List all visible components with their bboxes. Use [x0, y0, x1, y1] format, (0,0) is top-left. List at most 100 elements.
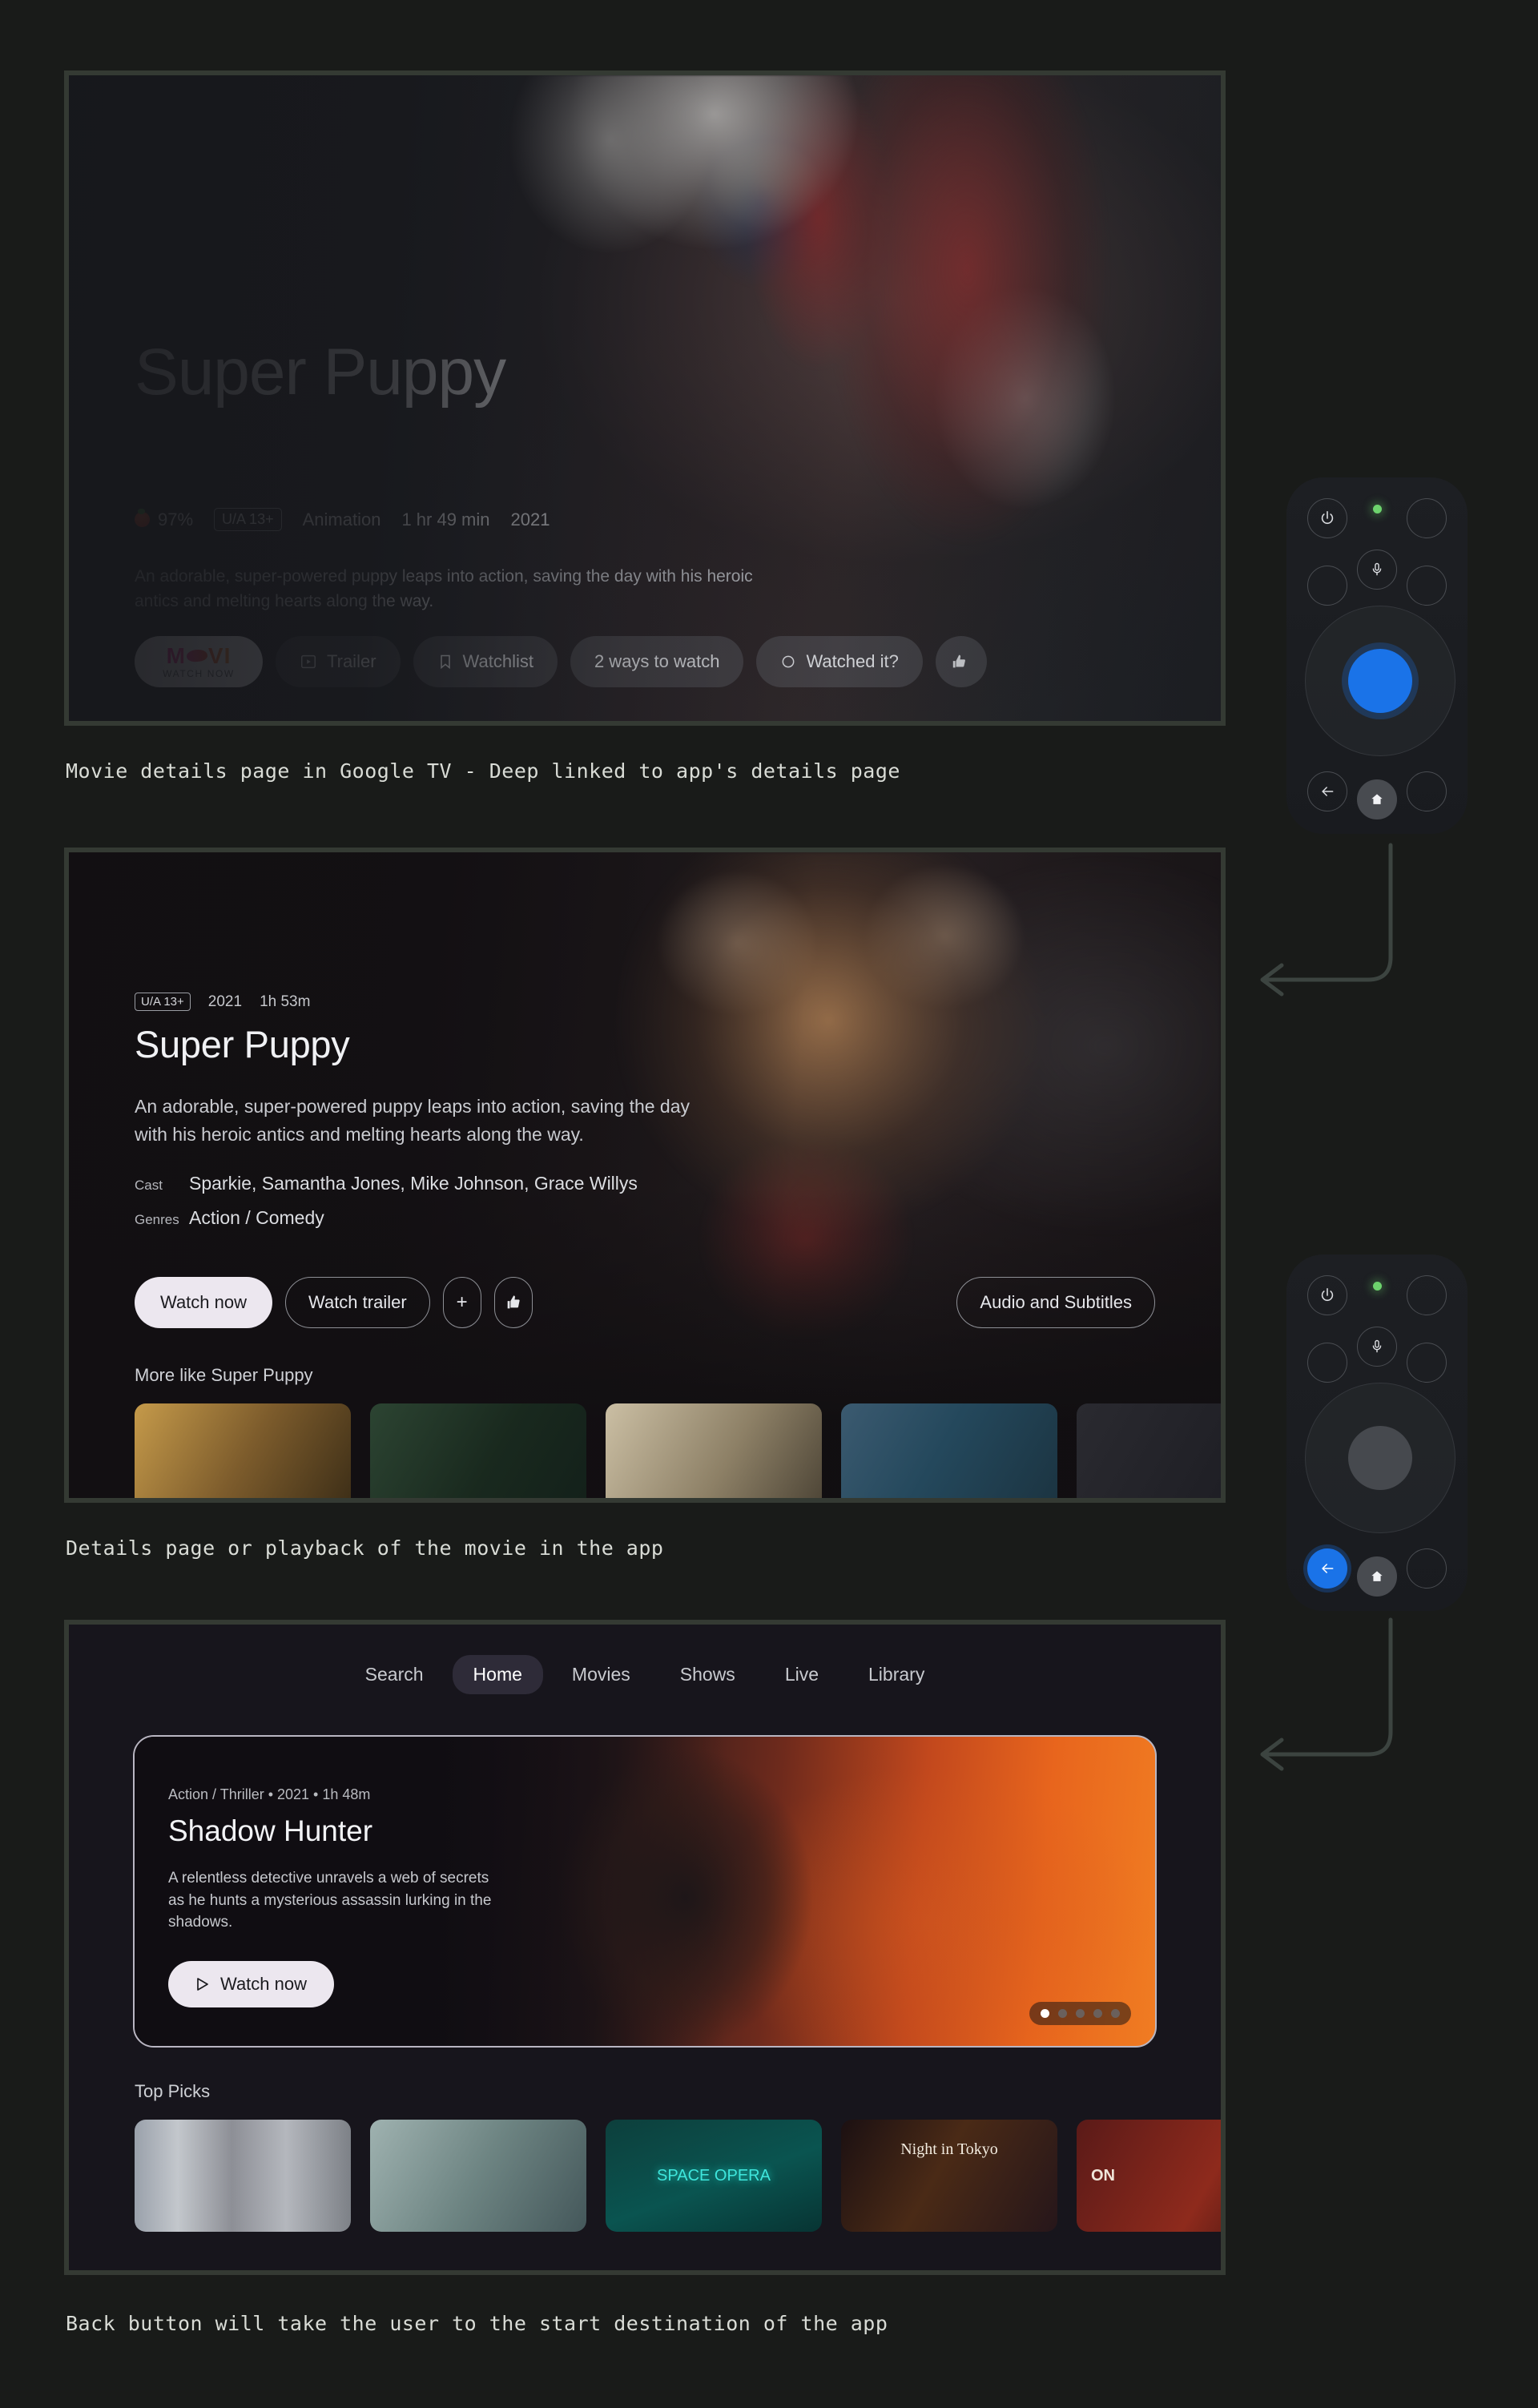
- carousel-pagination[interactable]: [1029, 2002, 1131, 2025]
- nav-item-shows[interactable]: Shows: [659, 1655, 756, 1694]
- year-label: 2021: [510, 509, 550, 530]
- content-rating-badge: U/A 13+: [135, 993, 191, 1011]
- list-item[interactable]: [370, 1403, 586, 1498]
- left-secondary-button[interactable]: [1307, 566, 1347, 606]
- home-button[interactable]: [1357, 779, 1397, 819]
- caption-panel-2: Details page or playback of the movie in…: [66, 1536, 664, 1560]
- status-led: [1373, 505, 1382, 513]
- movie-description: An adorable, super-powered puppy leaps i…: [135, 1096, 690, 1145]
- movie-metadata-row: U/A 13+ 2021 1h 53m: [135, 993, 310, 1011]
- right-secondary-button[interactable]: [1407, 566, 1447, 606]
- dpad-select-button[interactable]: [1348, 649, 1412, 713]
- app-home-screen: Search Home Movies Shows Live Library Ac…: [69, 1625, 1221, 2270]
- carousel-dot[interactable]: [1041, 2009, 1049, 2018]
- nav-item-library[interactable]: Library: [848, 1655, 945, 1694]
- ways-to-watch-chip[interactable]: 2 ways to watch: [570, 636, 744, 687]
- dpad[interactable]: [1305, 1383, 1455, 1533]
- year-label: 2021: [207, 993, 243, 1010]
- back-button[interactable]: [1307, 771, 1347, 811]
- power-button[interactable]: [1307, 1275, 1347, 1315]
- input-button[interactable]: [1407, 1275, 1447, 1315]
- circle-icon: [780, 654, 796, 670]
- hero-metadata: Action / Thriller • 2021 • 1h 48m: [168, 1786, 371, 1802]
- trailer-chip[interactable]: Trailer: [276, 636, 401, 687]
- carousel-dot[interactable]: [1076, 2009, 1085, 2018]
- watch-trailer-button[interactable]: Watch trailer: [285, 1277, 430, 1328]
- fact-row-cast: Cast Sparkie, Samantha Jones, Mike Johns…: [135, 1173, 638, 1194]
- nav-item-home[interactable]: Home: [452, 1655, 543, 1694]
- dpad[interactable]: [1305, 606, 1455, 756]
- list-item[interactable]: [370, 2120, 586, 2232]
- power-button[interactable]: [1307, 498, 1347, 538]
- list-item[interactable]: [1077, 1403, 1221, 1498]
- remote-control-back-selected: [1286, 1254, 1468, 1611]
- watchlist-label: Watchlist: [462, 651, 533, 671]
- watch-now-button[interactable]: Watch now: [135, 1277, 273, 1328]
- content-rating-badge: U/A 13+: [214, 508, 282, 531]
- watched-it-chip[interactable]: Watched it?: [756, 636, 923, 687]
- microphone-button[interactable]: [1357, 1327, 1397, 1367]
- list-item[interactable]: [135, 2120, 351, 2232]
- input-button[interactable]: [1407, 498, 1447, 538]
- carousel-dot[interactable]: [1058, 2009, 1067, 2018]
- status-led: [1373, 1282, 1382, 1291]
- list-item[interactable]: ON: [1077, 2120, 1221, 2232]
- right-secondary-button[interactable]: [1407, 1343, 1447, 1383]
- caption-panel-3: Back button will take the user to the st…: [66, 2312, 888, 2335]
- card-title: SPACE OPERA: [657, 2166, 771, 2185]
- more-like-this-heading: More like Super Puppy: [135, 1365, 313, 1385]
- nav-item-movies[interactable]: Movies: [551, 1655, 651, 1694]
- caption-panel-1: Movie details page in Google TV - Deep l…: [66, 759, 900, 783]
- list-item[interactable]: Night in Tokyo: [841, 2120, 1057, 2232]
- remote-control-dpad-selected: [1286, 477, 1468, 834]
- rate-chip[interactable]: [935, 636, 987, 687]
- duration-label: 1h 53m: [260, 993, 311, 1010]
- hero-description: A relentless detective unravels a web of…: [168, 1870, 492, 1931]
- card-title: Night in Tokyo: [900, 2140, 998, 2158]
- list-item[interactable]: SPACE OPERA: [606, 2120, 822, 2232]
- assistant-button[interactable]: [1407, 1548, 1447, 1589]
- thumbs-updown-icon: [951, 652, 972, 671]
- left-secondary-button[interactable]: [1307, 1343, 1347, 1383]
- duration-label: 1 hr 49 min: [401, 509, 490, 530]
- like-button[interactable]: [493, 1277, 533, 1328]
- play-box-icon: [300, 653, 317, 670]
- carousel-dot[interactable]: [1093, 2009, 1102, 2018]
- flow-arrow-remote2-to-panel3: [1240, 1612, 1448, 1820]
- list-item[interactable]: [606, 1403, 822, 1498]
- flow-arrow-remote1-to-panel2: [1240, 837, 1448, 1045]
- movie-description: An adorable, super-powered puppy leaps i…: [135, 567, 753, 611]
- nav-item-search[interactable]: Search: [344, 1655, 445, 1694]
- watch-now-button[interactable]: M VI WATCH NOW: [135, 636, 263, 687]
- app-details-screen: U/A 13+ 2021 1h 53m Super Puppy An adora…: [69, 852, 1221, 1498]
- bookmark-icon: [437, 653, 453, 670]
- watchlist-chip[interactable]: Watchlist: [413, 636, 558, 687]
- dpad-select-button[interactable]: [1348, 1426, 1412, 1490]
- top-picks-heading: Top Picks: [135, 2081, 211, 2101]
- thumbs-up-icon: [505, 1294, 522, 1311]
- back-button[interactable]: [1307, 1548, 1347, 1589]
- add-to-list-button[interactable]: +: [442, 1277, 481, 1328]
- watch-now-sublabel: WATCH NOW: [163, 667, 235, 679]
- list-item[interactable]: [841, 1403, 1057, 1498]
- movi-logo: M VI: [166, 642, 232, 668]
- list-item[interactable]: [135, 1403, 351, 1498]
- cast-label: Cast: [135, 1178, 163, 1193]
- home-button[interactable]: [1357, 1556, 1397, 1597]
- movie-metadata-row: 97% U/A 13+ Animation 1 hr 49 min 2021: [135, 508, 550, 531]
- hero-watch-now-button[interactable]: Watch now: [168, 1960, 335, 2007]
- assistant-button[interactable]: [1407, 771, 1447, 811]
- carousel-dot[interactable]: [1111, 2009, 1120, 2018]
- panel-google-tv-details: Super Puppy 97% U/A 13+ Animation 1 hr 4…: [64, 70, 1226, 726]
- nav-item-live[interactable]: Live: [764, 1655, 839, 1694]
- play-icon: [195, 1976, 210, 1992]
- ways-to-watch-label: 2 ways to watch: [594, 651, 720, 671]
- microphone-button[interactable]: [1357, 550, 1397, 590]
- hero-carousel-card[interactable]: Action / Thriller • 2021 • 1h 48m Shadow…: [133, 1735, 1157, 2048]
- top-navigation-bar: Search Home Movies Shows Live Library: [69, 1655, 1221, 1694]
- genre-label: Animation: [302, 509, 381, 530]
- cast-value: Sparkie, Samantha Jones, Mike Johnson, G…: [189, 1173, 638, 1194]
- tomatometer-score: 97%: [135, 509, 193, 530]
- top-picks-row: SPACE OPERA Night in Tokyo ON: [135, 2120, 1221, 2232]
- audio-subtitles-button[interactable]: Audio and Subtitles: [956, 1277, 1155, 1328]
